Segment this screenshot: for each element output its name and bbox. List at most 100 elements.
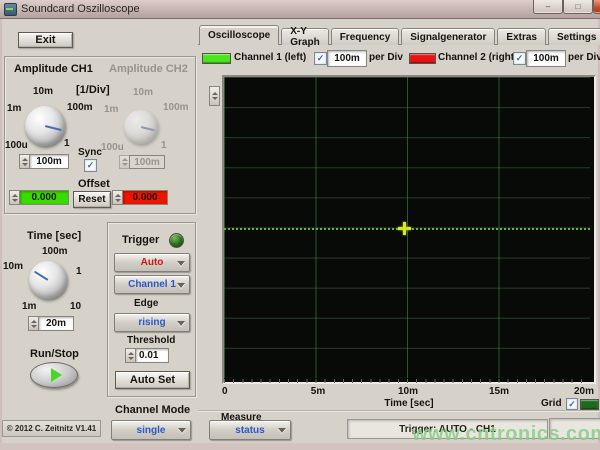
maximize-icon: □ — [576, 2, 581, 11]
auto-set-button[interactable]: Auto Set — [115, 371, 190, 389]
x-tick-10m: 10m — [395, 386, 421, 397]
time-knob-tick-1: 1 — [76, 266, 82, 277]
runstop-button[interactable] — [30, 362, 78, 388]
ch1-knob-tick-10m: 10m — [33, 86, 53, 97]
time-value-spinner[interactable] — [28, 316, 38, 331]
trigger-title: Trigger — [122, 234, 159, 246]
ch1-knob-needle — [45, 125, 62, 131]
trigger-group: Trigger Auto Channel 1 Edge rising Thres… — [107, 222, 196, 397]
channel2-per-div-label: per Div — [568, 52, 600, 63]
trigger-edge-dropdown[interactable]: rising — [114, 313, 190, 332]
time-knob-tick-100m: 100m — [42, 246, 68, 257]
channel2-legend-label: Channel 2 (right) — [438, 52, 517, 63]
ch2-knob-tick-100u: 100u — [101, 142, 124, 153]
tab-frequency[interactable]: Frequency — [331, 28, 400, 45]
amplitude-ch2-knob — [124, 110, 158, 144]
window-title: Soundcard Oszilloscope — [21, 3, 140, 15]
amplitude-ch1-knob[interactable] — [25, 106, 65, 146]
tab-xy-graph[interactable]: X-Y Graph — [281, 28, 328, 45]
channel1-scale-field[interactable]: 100m — [327, 50, 367, 67]
ch2-knob-tick-1m: 1m — [104, 104, 118, 115]
offset-ch2-spinner[interactable] — [112, 190, 122, 205]
channel-mode-label: Channel Mode — [115, 404, 190, 416]
chevron-down-icon — [177, 261, 185, 266]
measure-dropdown[interactable]: status — [209, 420, 291, 440]
amplitude-group: Amplitude CH1 Amplitude CH2 [1/Div] 10m … — [4, 56, 196, 214]
trigger-source-dropdown[interactable]: Channel 1 — [114, 275, 190, 294]
channel2-enable-checkbox[interactable] — [513, 52, 526, 65]
chevron-down-icon — [177, 321, 185, 326]
channel1-enable-checkbox[interactable] — [314, 52, 327, 65]
ch2-knob-tick-10m: 10m — [133, 87, 153, 98]
x-axis-label: Time [sec] — [377, 398, 441, 409]
app-window: Soundcard Oszilloscope – □ ✕ Exit Amplit… — [0, 0, 600, 450]
amplitude-ch1-title: Amplitude CH1 — [14, 63, 93, 75]
time-knob-needle — [34, 271, 49, 281]
offset-title: Offset — [78, 178, 110, 190]
amplitude-ch1-value[interactable]: 100m — [19, 154, 69, 169]
ch2-knob-needle — [141, 126, 155, 131]
amplitude-ch2-value: 100m — [119, 155, 165, 169]
edge-label: Edge — [134, 298, 158, 309]
watermark: www.cntronics.com — [412, 423, 600, 446]
ch2-knob-tick-100m: 100m — [163, 102, 189, 113]
amplitude-ch2-title: Amplitude CH2 — [109, 63, 188, 75]
minimize-icon: – — [546, 2, 550, 11]
offset-reset-button[interactable]: Reset — [73, 191, 111, 208]
title-bar[interactable]: Soundcard Oszilloscope — [0, 0, 600, 19]
tab-signalgenerator[interactable]: Signalgenerator — [401, 28, 495, 45]
exit-button[interactable]: Exit — [18, 32, 73, 48]
time-value[interactable]: 20m — [28, 316, 74, 331]
window-border-left — [0, 19, 2, 443]
runstop-label: Run/Stop — [30, 348, 79, 360]
time-knob-tick-10m: 10m — [3, 261, 23, 272]
grid-checkbox[interactable] — [566, 398, 578, 410]
offset-ch1-spinner[interactable] — [9, 190, 19, 205]
app-icon — [4, 3, 17, 16]
grid-label: Grid — [541, 398, 562, 409]
channel1-per-div-label: per Div — [369, 52, 403, 63]
scope-plot-area[interactable] — [224, 77, 590, 378]
tab-extras[interactable]: Extras — [497, 28, 546, 45]
minimize-button[interactable]: – — [533, 0, 563, 14]
channel1-legend-label: Channel 1 (left) — [234, 52, 306, 63]
channel-mode-dropdown[interactable]: single — [111, 420, 191, 440]
threshold-spinner[interactable] — [125, 348, 135, 363]
channel2-color-swatch — [409, 53, 436, 64]
offset-ch2-field[interactable]: 0.000 — [112, 190, 168, 205]
threshold-label: Threshold — [127, 335, 175, 346]
scope-display-frame — [222, 75, 596, 384]
x-tick-20m: 20m — [568, 386, 594, 397]
time-knob-tick-10: 10 — [70, 301, 81, 312]
x-axis-minor-ticks — [224, 379, 590, 383]
ch1-knob-tick-100u: 100u — [5, 140, 28, 151]
ch1-knob-tick-100m: 100m — [67, 102, 93, 113]
time-title: Time [sec] — [27, 230, 81, 242]
ch1-knob-tick-1: 1 — [64, 138, 70, 149]
tab-settings[interactable]: Settings — [548, 28, 600, 45]
y-offset-spinner[interactable] — [209, 86, 220, 106]
sync-checkbox[interactable] — [84, 159, 97, 172]
cursor-crosshair-v[interactable] — [403, 222, 406, 235]
tab-oscilloscope[interactable]: Oscilloscope — [199, 25, 279, 45]
channel1-color-swatch — [202, 53, 231, 64]
x-tick-5m: 5m — [307, 386, 329, 397]
ch2-knob-tick-1: 1 — [161, 140, 167, 151]
trigger-mode-dropdown[interactable]: Auto — [114, 253, 190, 272]
offset-ch1-field[interactable]: 0.000 — [9, 190, 69, 205]
chevron-down-icon — [278, 428, 286, 433]
maximize-button[interactable]: □ — [563, 0, 593, 14]
chevron-down-icon — [178, 428, 186, 433]
trigger-led — [169, 233, 184, 248]
grid-color-swatch — [580, 399, 599, 410]
x-tick-15m: 15m — [486, 386, 512, 397]
close-button[interactable]: ✕ — [593, 0, 600, 14]
tab-page-divider — [198, 410, 600, 411]
threshold-field[interactable]: 0.01 — [125, 348, 169, 363]
time-knob[interactable] — [29, 261, 67, 299]
copyright-bar: © 2012 C. Zeitnitz V1.41 — [2, 420, 101, 437]
ch1-value-spinner[interactable] — [19, 154, 29, 169]
per-div-unit-label: [1/Div] — [76, 84, 110, 96]
channel2-scale-field[interactable]: 100m — [526, 50, 566, 67]
run-icon — [51, 368, 62, 382]
